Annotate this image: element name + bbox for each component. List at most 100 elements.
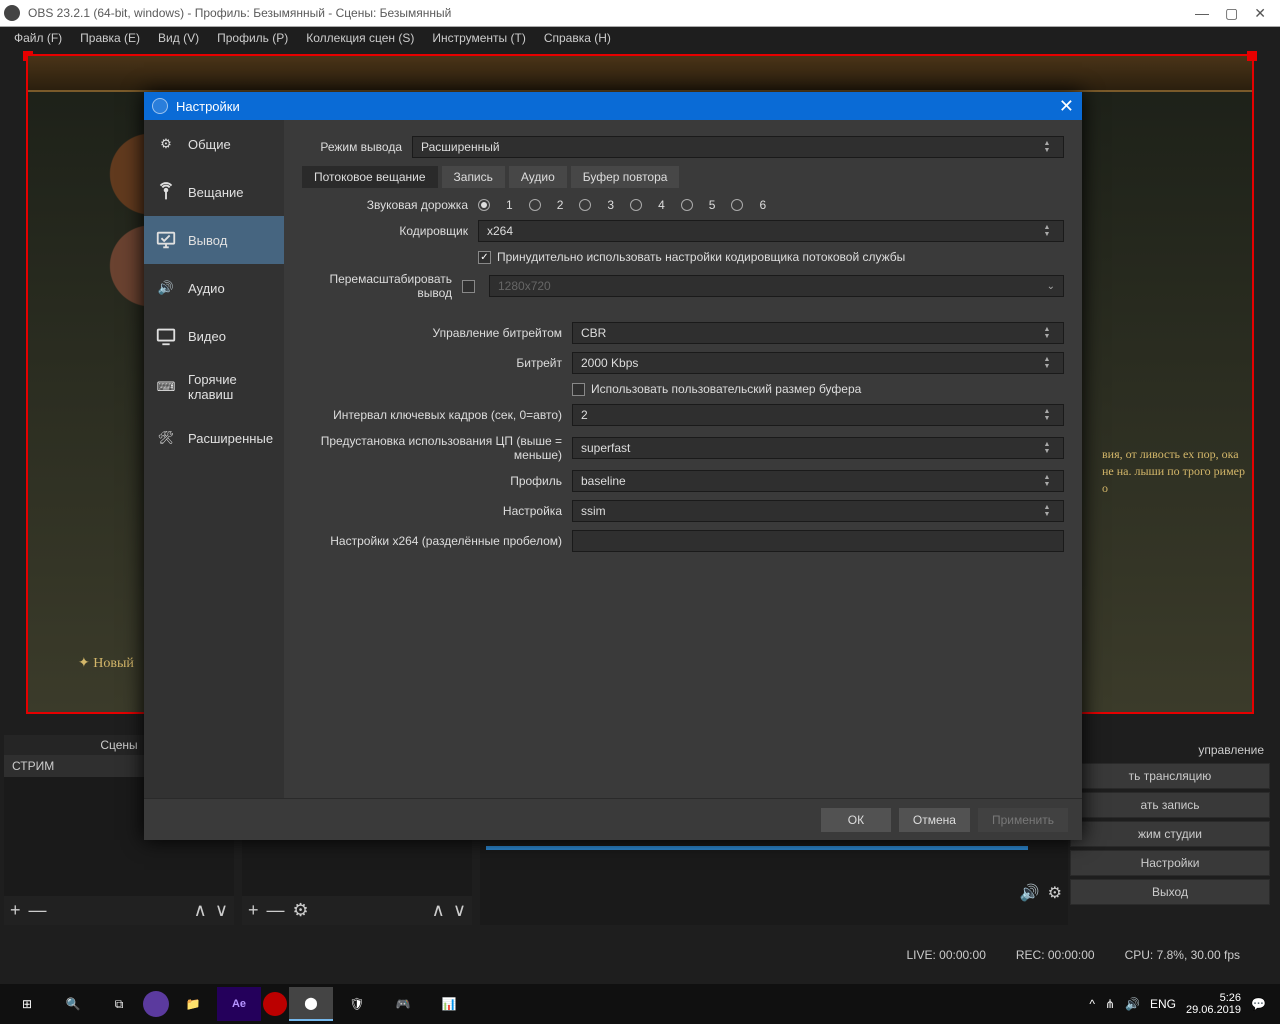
mixer-settings-icon[interactable]: ⚙ (1048, 883, 1062, 903)
tray-volume-icon[interactable]: 🔊 (1125, 997, 1140, 1011)
track-radio-1[interactable] (478, 199, 490, 211)
tab-replay[interactable]: Буфер повтора (571, 166, 680, 188)
settings-button[interactable]: Настройки (1070, 850, 1270, 876)
scene-down-button[interactable]: ∨ (215, 900, 228, 921)
controls-header: управление (1070, 740, 1270, 760)
dialog-close-button[interactable]: ✕ (1059, 96, 1074, 117)
remove-scene-button[interactable]: — (29, 900, 47, 921)
sidebar-item-output[interactable]: Вывод (144, 216, 284, 264)
studio-mode-button[interactable]: жим студии (1070, 821, 1270, 847)
status-rec: REC: 00:00:00 (1016, 948, 1095, 962)
enforce-settings-label: Принудительно использовать настройки код… (497, 250, 905, 264)
rate-control-select[interactable]: CBR▲▼ (572, 322, 1064, 344)
track-label: 2 (557, 198, 564, 212)
custom-buffer-checkbox[interactable] (572, 383, 585, 396)
tray-wifi-icon[interactable]: ⋔ (1105, 997, 1115, 1011)
rescale-select[interactable]: 1280x720⌄ (489, 275, 1064, 297)
menu-tools[interactable]: Инструменты (T) (424, 29, 533, 47)
output-mode-select[interactable]: Расширенный ▲▼ (412, 136, 1064, 158)
custom-buffer-label: Использовать пользовательский размер буф… (591, 382, 861, 396)
sidebar-item-general[interactable]: ⚙ Общие (144, 120, 284, 168)
start-stream-button[interactable]: ть трансляцию (1070, 763, 1270, 789)
scene-up-button[interactable]: ∧ (194, 900, 207, 921)
menu-edit[interactable]: Правка (E) (72, 29, 148, 47)
taskbar-app[interactable]: 🛡 (335, 987, 379, 1021)
cancel-button[interactable]: Отмена (899, 808, 970, 832)
source-settings-button[interactable]: ⚙ (293, 900, 309, 921)
start-button[interactable]: ⊞ (5, 987, 49, 1021)
sidebar-item-stream[interactable]: Вещание (144, 168, 284, 216)
tray-time: 5:26 (1186, 992, 1241, 1004)
select-stepper-icon: ▲▼ (1039, 140, 1055, 154)
tab-streaming[interactable]: Потоковое вещание (302, 166, 438, 188)
track-label: 1 (506, 198, 513, 212)
dialog-titlebar[interactable]: Настройки ✕ (144, 92, 1082, 120)
cpu-preset-select[interactable]: superfast▲▼ (572, 437, 1064, 459)
keyint-input[interactable]: 2▲▼ (572, 404, 1064, 426)
dialog-title: Настройки (176, 99, 240, 114)
track-radio-5[interactable] (681, 199, 693, 211)
select-value: 1280x720 (498, 279, 551, 293)
apply-button[interactable]: Применить (978, 808, 1068, 832)
bitrate-input[interactable]: 2000 Kbps▲▼ (572, 352, 1064, 374)
track-radio-3[interactable] (579, 199, 591, 211)
volume-slider[interactable] (486, 846, 1028, 850)
tray-clock[interactable]: 5:26 29.06.2019 (1186, 992, 1241, 1016)
select-value: 2 (581, 408, 588, 422)
tab-audio[interactable]: Аудио (509, 166, 567, 188)
taskbar-app[interactable] (263, 992, 287, 1016)
taskbar-obs[interactable]: ⬤ (289, 987, 333, 1021)
encoder-select[interactable]: x264▲▼ (478, 220, 1064, 242)
menu-scenes[interactable]: Коллекция сцен (S) (298, 29, 422, 47)
taskbar-app[interactable]: Ae (217, 987, 261, 1021)
sidebar-item-label: Горячие клавиш (188, 372, 274, 402)
sidebar-item-label: Вывод (188, 233, 227, 248)
taskbar-app[interactable]: 🎮 (381, 987, 425, 1021)
taskbar-app[interactable] (143, 991, 169, 1017)
sidebar-item-audio[interactable]: 🔊 Аудио (144, 264, 284, 312)
source-up-button[interactable]: ∧ (432, 900, 445, 921)
taskbar-app[interactable]: 📁 (171, 987, 215, 1021)
remove-source-button[interactable]: — (267, 900, 285, 921)
track-radio-6[interactable] (731, 199, 743, 211)
start-record-button[interactable]: ать запись (1070, 792, 1270, 818)
track-radio-4[interactable] (630, 199, 642, 211)
tray-language[interactable]: ENG (1150, 997, 1176, 1011)
exit-button[interactable]: Выход (1070, 879, 1270, 905)
track-radio-2[interactable] (529, 199, 541, 211)
menu-help[interactable]: Справка (H) (536, 29, 619, 47)
tab-recording[interactable]: Запись (442, 166, 505, 188)
add-scene-button[interactable]: + (10, 900, 21, 921)
rescale-checkbox[interactable] (462, 280, 475, 293)
keyboard-icon: ⌨ (154, 375, 178, 399)
x264-profile-select[interactable]: baseline▲▼ (572, 470, 1064, 492)
menu-profile[interactable]: Профиль (P) (209, 29, 296, 47)
x264opts-input[interactable] (572, 530, 1064, 552)
add-source-button[interactable]: + (248, 900, 259, 921)
sidebar-item-advanced[interactable]: 🛠 Расширенные (144, 414, 284, 462)
search-icon[interactable]: 🔍 (51, 987, 95, 1021)
taskbar-app[interactable]: 📊 (427, 987, 471, 1021)
source-down-button[interactable]: ∨ (453, 900, 466, 921)
menu-file[interactable]: Файл (F) (6, 29, 70, 47)
tray-chevron-icon[interactable]: ^ (1089, 997, 1095, 1011)
sidebar-item-hotkeys[interactable]: ⌨ Горячие клавиш (144, 360, 284, 414)
minimize-button[interactable]: — (1195, 5, 1209, 22)
close-button[interactable]: ✕ (1254, 5, 1266, 22)
gear-icon: ⚙ (154, 132, 178, 156)
tune-select[interactable]: ssim▲▼ (572, 500, 1064, 522)
taskview-icon[interactable]: ⧉ (97, 987, 141, 1021)
maximize-button[interactable]: ▢ (1225, 5, 1238, 22)
select-stepper-icon: ▲▼ (1039, 326, 1055, 340)
speaker-icon[interactable]: 🔊 (1020, 883, 1040, 903)
menubar: Файл (F) Правка (E) Вид (V) Профиль (P) … (0, 27, 1280, 49)
obs-icon (152, 98, 168, 114)
menu-view[interactable]: Вид (V) (150, 29, 207, 47)
tray-notifications-icon[interactable]: 💬 (1251, 997, 1266, 1011)
ok-button[interactable]: ОК (821, 808, 891, 832)
game-ui-topbar (28, 56, 1252, 92)
output-tabs: Потоковое вещание Запись Аудио Буфер пов… (302, 166, 1064, 188)
sidebar-item-video[interactable]: Видео (144, 312, 284, 360)
windows-taskbar: ⊞ 🔍 ⧉ 📁 Ae ⬤ 🛡 🎮 📊 ^ ⋔ 🔊 ENG 5:26 29.06.… (0, 984, 1280, 1024)
enforce-settings-checkbox[interactable] (478, 251, 491, 264)
